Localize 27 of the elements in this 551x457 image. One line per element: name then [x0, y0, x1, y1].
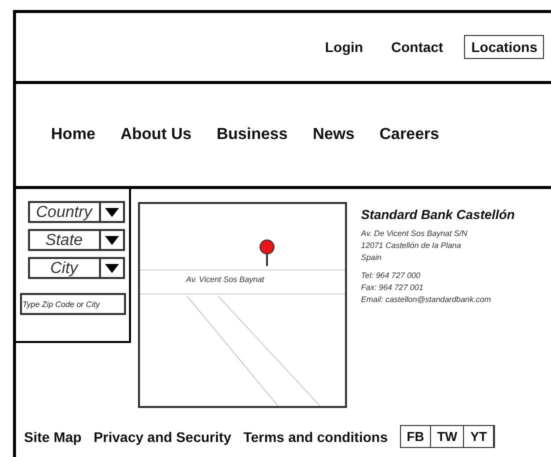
- contact-line: Fax: 964 727 001: [361, 282, 424, 294]
- nav-link[interactable]: Careers: [380, 126, 440, 144]
- address-line: Av. De Vicent Sos Baynat S/N: [361, 228, 468, 240]
- map-pin-icon: [260, 240, 274, 266]
- zip-field[interactable]: Type Zip Code or City: [20, 293, 126, 315]
- address-line: Spain: [361, 252, 382, 264]
- top-link[interactable]: Login: [318, 35, 370, 59]
- dropdown[interactable]: Country: [28, 201, 124, 223]
- address-line: 12071 Castellón de la Plana: [361, 240, 462, 252]
- nav-link[interactable]: News: [312, 126, 354, 144]
- contact-line: Tel: 964 727 000: [361, 270, 422, 282]
- caret-icon: [104, 208, 118, 216]
- dropdown[interactable]: State: [28, 229, 124, 251]
- footer-link[interactable]: Site Map: [24, 428, 82, 444]
- top-link[interactable]: Locations: [464, 35, 544, 59]
- street-label: Av. Vicent Sos Baynat: [186, 275, 264, 284]
- contact-line: Email: castellon@standardbank.com: [361, 294, 492, 306]
- footer-link[interactable]: Privacy and Security: [94, 428, 232, 444]
- caret-icon: [104, 264, 118, 272]
- nav-link[interactable]: Business: [216, 126, 288, 144]
- nav-link[interactable]: About Us: [120, 126, 192, 144]
- branch-name: Standard Bank Castellón: [361, 207, 515, 222]
- dropdown[interactable]: City: [28, 257, 124, 279]
- nav-link[interactable]: Home: [51, 126, 96, 144]
- caret-icon: [104, 236, 118, 244]
- top-link[interactable]: Contact: [384, 35, 450, 59]
- footer-link[interactable]: Terms and conditions: [243, 428, 388, 444]
